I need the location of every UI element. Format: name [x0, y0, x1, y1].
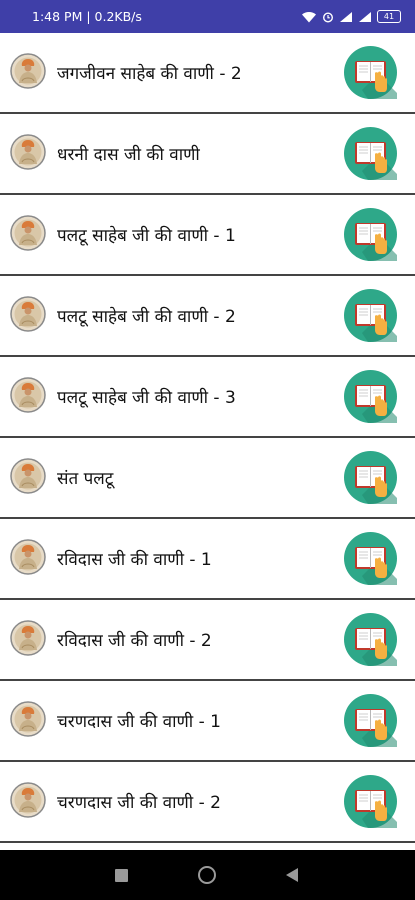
read-button[interactable]	[344, 208, 397, 261]
status-time: 1:48 PM | 0.2KB/s	[32, 9, 142, 24]
saint-portrait-icon	[10, 296, 46, 332]
recents-button[interactable]	[115, 869, 128, 882]
read-button[interactable]	[344, 694, 397, 747]
saint-portrait-icon	[10, 620, 46, 656]
list-item[interactable]: रविदास जी की वाणी - 1	[0, 519, 415, 600]
read-button[interactable]	[344, 46, 397, 99]
read-button[interactable]	[344, 775, 397, 828]
list-item-title: रविदास जी की वाणी - 1	[57, 550, 212, 570]
list-item-title: पलटू साहेब जी की वाणी - 1	[57, 226, 236, 246]
read-button[interactable]	[344, 532, 397, 585]
list-item-title: पलटू साहेब जी की वाणी - 3	[57, 388, 236, 408]
status-bar: 1:48 PM | 0.2KB/s 41	[0, 0, 415, 33]
saint-portrait-icon	[10, 215, 46, 251]
read-button[interactable]	[344, 289, 397, 342]
read-button[interactable]	[344, 370, 397, 423]
battery-level: 41	[383, 11, 395, 21]
read-button[interactable]	[344, 451, 397, 504]
list-item[interactable]: चरणदास जी की वाणी - 2	[0, 762, 415, 843]
list-item-title: संत पलटू	[57, 469, 114, 489]
status-icons: 41	[301, 10, 401, 23]
navigation-bar	[0, 850, 415, 900]
list-item[interactable]: चरणदास जी की वाणी - 1	[0, 681, 415, 762]
saint-portrait-icon	[10, 458, 46, 494]
list-item-title: रविदास जी की वाणी - 2	[57, 631, 212, 651]
saint-portrait-icon	[10, 782, 46, 818]
saint-portrait-icon	[10, 377, 46, 413]
list-item[interactable]: संत पलटू	[0, 438, 415, 519]
read-button[interactable]	[344, 127, 397, 180]
list-item[interactable]: पलटू साहेब जी की वाणी - 1	[0, 195, 415, 276]
battery-icon: 41	[377, 10, 401, 23]
list-item-title: धरनी दास जी की वाणी	[57, 145, 200, 165]
list-item-title: चरणदास जी की वाणी - 1	[57, 712, 221, 732]
list-item-title: पलटू साहेब जी की वाणी - 2	[57, 307, 236, 327]
list-item[interactable]: पलटू साहेब जी की वाणी - 3	[0, 357, 415, 438]
home-button[interactable]	[198, 866, 216, 884]
read-button[interactable]	[344, 613, 397, 666]
signal-2-icon	[359, 11, 371, 22]
saint-portrait-icon	[10, 539, 46, 575]
list-item[interactable]: रविदास जी की वाणी - 2	[0, 600, 415, 681]
list-item[interactable]: जगजीवन साहेब की वाणी - 2	[0, 33, 415, 114]
list-item-title: चरणदास जी की वाणी - 2	[57, 793, 221, 813]
back-button[interactable]	[285, 867, 299, 883]
signal-1-icon	[340, 11, 352, 22]
saint-portrait-icon	[10, 53, 46, 89]
alarm-icon	[322, 11, 334, 23]
wifi-icon	[302, 11, 316, 22]
list-item[interactable]: धरनी दास जी की वाणी	[0, 114, 415, 195]
list-item-title: जगजीवन साहेब की वाणी - 2	[57, 64, 242, 84]
saint-portrait-icon	[10, 134, 46, 170]
list-item[interactable]: पलटू साहेब जी की वाणी - 2	[0, 276, 415, 357]
saint-portrait-icon	[10, 701, 46, 737]
vani-list: जगजीवन साहेब की वाणी - 2 धरनी दास जी की …	[0, 33, 415, 843]
